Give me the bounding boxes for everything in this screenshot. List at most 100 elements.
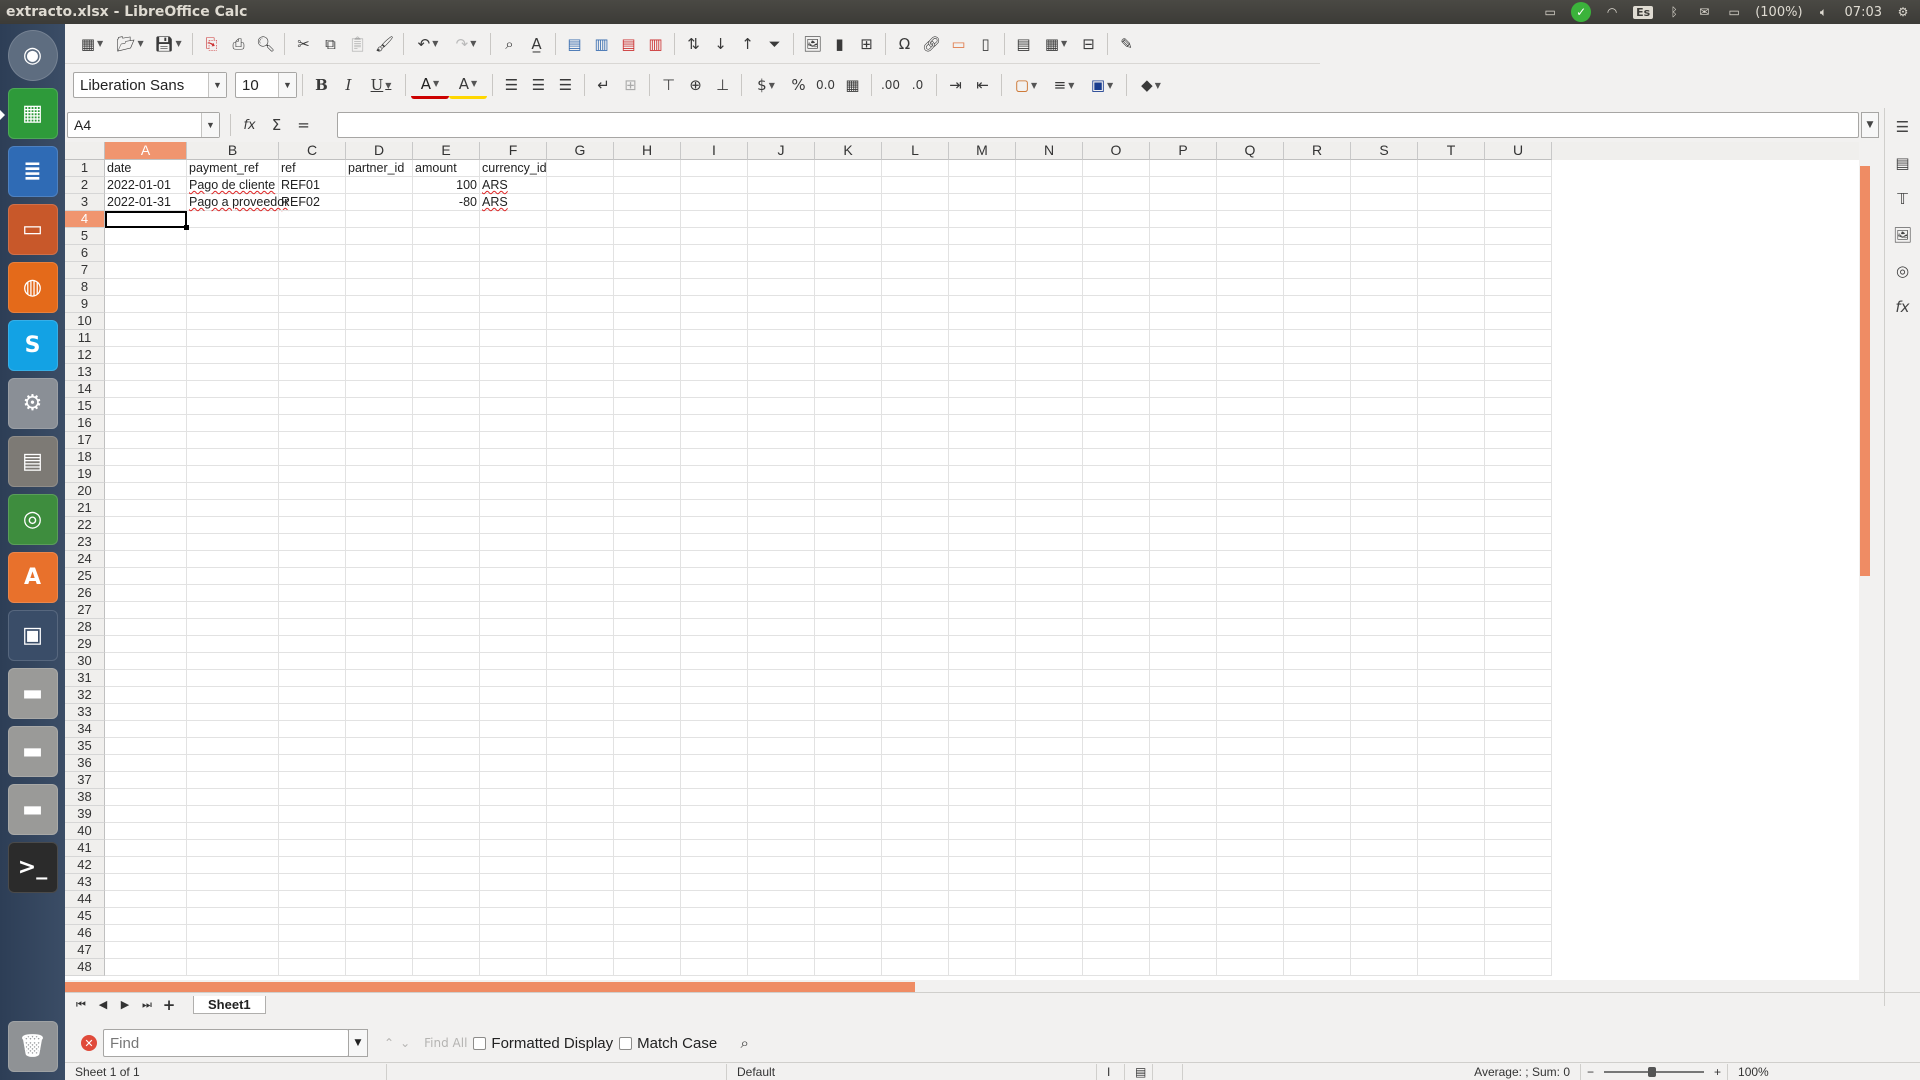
cell-j16[interactable]: [748, 415, 815, 432]
bluetooth-icon[interactable]: ᛒ: [1665, 3, 1683, 21]
cell-b48[interactable]: [187, 959, 279, 976]
cell-h39[interactable]: [614, 806, 681, 823]
cell-k23[interactable]: [815, 534, 882, 551]
cell-k1[interactable]: [815, 160, 882, 177]
zoom-slider-handle[interactable]: [1648, 1066, 1657, 1077]
new-spreadsheet-icon[interactable]: ▦ ▼: [73, 30, 111, 58]
cell-i41[interactable]: [681, 840, 748, 857]
cell-r45[interactable]: [1284, 908, 1351, 925]
cell-i2[interactable]: [681, 177, 748, 194]
cell-f37[interactable]: [480, 772, 547, 789]
cell-t10[interactable]: [1418, 313, 1485, 330]
cell-s18[interactable]: [1351, 449, 1418, 466]
cell-u44[interactable]: [1485, 891, 1552, 908]
cell-a11[interactable]: [105, 330, 187, 347]
cell-j14[interactable]: [748, 381, 815, 398]
cell-h22[interactable]: [614, 517, 681, 534]
cell-h37[interactable]: [614, 772, 681, 789]
cell-b4[interactable]: [187, 211, 279, 228]
cell-p38[interactable]: [1150, 789, 1217, 806]
cell-n2[interactable]: [1016, 177, 1083, 194]
cell-l37[interactable]: [882, 772, 949, 789]
cell-s30[interactable]: [1351, 653, 1418, 670]
cell-i38[interactable]: [681, 789, 748, 806]
cell-u23[interactable]: [1485, 534, 1552, 551]
row-header[interactable]: 17: [65, 432, 105, 449]
cell-k5[interactable]: [815, 228, 882, 245]
cell-i3[interactable]: [681, 194, 748, 211]
cell-c10[interactable]: [279, 313, 346, 330]
cell-m7[interactable]: [949, 262, 1016, 279]
cell-l32[interactable]: [882, 687, 949, 704]
cell-u46[interactable]: [1485, 925, 1552, 942]
cell-h11[interactable]: [614, 330, 681, 347]
conditional-format-icon[interactable]: ◆ ▼: [1132, 71, 1170, 99]
cell-l24[interactable]: [882, 551, 949, 568]
cell-p34[interactable]: [1150, 721, 1217, 738]
cell-k36[interactable]: [815, 755, 882, 772]
cell-m46[interactable]: [949, 925, 1016, 942]
cell-n19[interactable]: [1016, 466, 1083, 483]
cell-g15[interactable]: [547, 398, 614, 415]
cell-p16[interactable]: [1150, 415, 1217, 432]
cell-e42[interactable]: [413, 857, 480, 874]
cell-n13[interactable]: [1016, 364, 1083, 381]
zoom-level[interactable]: 100%: [1727, 1063, 1779, 1080]
cell-u48[interactable]: [1485, 959, 1552, 976]
cell-a47[interactable]: [105, 942, 187, 959]
cell-q15[interactable]: [1217, 398, 1284, 415]
cell-u30[interactable]: [1485, 653, 1552, 670]
cell-d2[interactable]: [346, 177, 413, 194]
cell-a33[interactable]: [105, 704, 187, 721]
cell-u2[interactable]: [1485, 177, 1552, 194]
cell-q47[interactable]: [1217, 942, 1284, 959]
cell-s45[interactable]: [1351, 908, 1418, 925]
cell-g23[interactable]: [547, 534, 614, 551]
cell-p37[interactable]: [1150, 772, 1217, 789]
cell-o18[interactable]: [1083, 449, 1150, 466]
cell-r43[interactable]: [1284, 874, 1351, 891]
cell-b6[interactable]: [187, 245, 279, 262]
cell-t23[interactable]: [1418, 534, 1485, 551]
cell-e23[interactable]: [413, 534, 480, 551]
cell-u37[interactable]: [1485, 772, 1552, 789]
cell-h28[interactable]: [614, 619, 681, 636]
cell-r11[interactable]: [1284, 330, 1351, 347]
cell-e3[interactable]: -80: [413, 194, 480, 211]
cell-j8[interactable]: [748, 279, 815, 296]
cell-o22[interactable]: [1083, 517, 1150, 534]
cell-u3[interactable]: [1485, 194, 1552, 211]
cell-s31[interactable]: [1351, 670, 1418, 687]
row-header[interactable]: 40: [65, 823, 105, 840]
cell-a15[interactable]: [105, 398, 187, 415]
cell-r34[interactable]: [1284, 721, 1351, 738]
cell-i10[interactable]: [681, 313, 748, 330]
cell-d5[interactable]: [346, 228, 413, 245]
cell-o48[interactable]: [1083, 959, 1150, 976]
cell-p19[interactable]: [1150, 466, 1217, 483]
cell-c17[interactable]: [279, 432, 346, 449]
cell-n20[interactable]: [1016, 483, 1083, 500]
cell-c28[interactable]: [279, 619, 346, 636]
column-header-u[interactable]: U: [1485, 142, 1552, 160]
cell-a16[interactable]: [105, 415, 187, 432]
cell-f11[interactable]: [480, 330, 547, 347]
cell-j10[interactable]: [748, 313, 815, 330]
cell-a1[interactable]: date: [105, 160, 187, 177]
cell-h24[interactable]: [614, 551, 681, 568]
cell-u35[interactable]: [1485, 738, 1552, 755]
cell-t24[interactable]: [1418, 551, 1485, 568]
cell-g31[interactable]: [547, 670, 614, 687]
cell-a8[interactable]: [105, 279, 187, 296]
cell-o5[interactable]: [1083, 228, 1150, 245]
bold-icon[interactable]: B: [308, 71, 335, 99]
cell-s25[interactable]: [1351, 568, 1418, 585]
cell-j46[interactable]: [748, 925, 815, 942]
delete-column-icon[interactable]: ▥: [642, 30, 669, 58]
cell-g33[interactable]: [547, 704, 614, 721]
cell-n23[interactable]: [1016, 534, 1083, 551]
cell-d16[interactable]: [346, 415, 413, 432]
cell-t33[interactable]: [1418, 704, 1485, 721]
volume-icon[interactable]: 🔈︎: [1815, 3, 1833, 21]
cell-e5[interactable]: [413, 228, 480, 245]
